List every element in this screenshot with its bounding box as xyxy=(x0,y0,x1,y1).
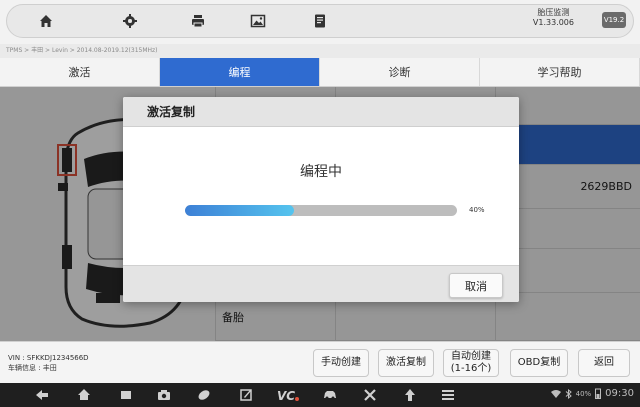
nav-browser-button[interactable] xyxy=(196,387,212,403)
svg-text:VC: VC xyxy=(277,389,295,403)
progress-bar xyxy=(185,205,457,216)
auto-create-range: (1-16个) xyxy=(450,363,492,374)
activate-copy-button[interactable]: 激活复制 xyxy=(378,349,434,377)
back-button[interactable]: 返回 xyxy=(578,349,630,377)
wrench-icon xyxy=(364,389,376,401)
browser-icon xyxy=(198,390,210,400)
camera-icon xyxy=(158,390,170,400)
menu-icon xyxy=(442,390,454,400)
cancel-button[interactable]: 取消 xyxy=(449,273,503,298)
action-bar: VIN : SFKKDJ1234566D 车辆信息 : 丰田 手动创建 激活复制… xyxy=(0,341,640,383)
nav-upload-button[interactable] xyxy=(402,387,418,403)
print-button[interactable] xyxy=(166,4,230,38)
tab-learn-help[interactable]: 学习帮助 xyxy=(480,58,640,86)
nav-vci-button[interactable]: VC xyxy=(276,387,300,403)
image-icon xyxy=(250,14,266,28)
tab-bar: 激活 编程 诊断 学习帮助 xyxy=(0,58,640,87)
auto-create-button[interactable]: 自动创建 (1-16个) xyxy=(443,349,499,377)
breadcrumb: TPMS > 丰田 > Levin > 2014.08-2019.12(315M… xyxy=(0,44,640,58)
top-toolbar: 胎压监测 V1.33.006 V19.2 xyxy=(0,0,640,44)
nav-edit-button[interactable] xyxy=(238,387,254,403)
report-button[interactable] xyxy=(288,4,352,38)
dialog-title: 激活复制 xyxy=(123,97,519,127)
dialog-footer: 取消 xyxy=(123,265,519,302)
tab-diagnose[interactable]: 诊断 xyxy=(320,58,480,86)
home-icon xyxy=(78,389,90,400)
print-icon xyxy=(192,15,204,28)
report-icon xyxy=(315,14,325,28)
wifi-icon xyxy=(550,389,561,398)
screenshot-button[interactable] xyxy=(226,4,290,38)
settings-icon xyxy=(123,14,137,28)
nav-camera-button[interactable] xyxy=(156,387,172,403)
dialog-message: 编程中 xyxy=(300,164,342,180)
car-icon xyxy=(324,391,336,400)
nav-home-button[interactable] xyxy=(76,387,92,403)
nav-back-button[interactable] xyxy=(34,387,50,403)
manual-create-button[interactable]: 手动创建 xyxy=(313,349,369,377)
battery-percent: 40% xyxy=(575,389,592,398)
tab-program[interactable]: 编程 xyxy=(160,58,320,86)
vehicle-make-text: 车辆信息 : 丰田 xyxy=(8,364,57,372)
nav-vehicle-button[interactable] xyxy=(322,387,338,403)
edit-icon xyxy=(240,389,252,401)
vci-icon: VC xyxy=(277,389,299,403)
bluetooth-icon xyxy=(565,388,572,399)
auto-create-label: 自动创建 xyxy=(451,351,491,362)
battery-icon xyxy=(595,388,602,399)
home-button[interactable] xyxy=(14,4,78,38)
system-nav-bar: VC 40% 09:30 xyxy=(0,383,640,407)
version-badge[interactable]: V19.2 xyxy=(602,12,626,28)
settings-button[interactable] xyxy=(98,4,162,38)
back-arrow-icon xyxy=(36,390,48,400)
app-name: 胎压监测 xyxy=(537,8,570,17)
nav-recents-button[interactable] xyxy=(118,387,134,403)
vehicle-info: VIN : SFKKDJ1234566D 车辆信息 : 丰田 xyxy=(8,353,89,373)
progress-bar-fill xyxy=(185,205,294,216)
activate-copy-dialog: 激活复制 编程中 40% 取消 xyxy=(123,97,519,302)
progress-percent: 40% xyxy=(469,206,485,214)
app-info: 胎压监测 V1.33.006 xyxy=(533,8,574,28)
nav-tools-button[interactable] xyxy=(362,387,378,403)
system-status: 40% 09:30 xyxy=(550,388,634,399)
home-icon xyxy=(40,15,52,27)
obd-copy-button[interactable]: OBD复制 xyxy=(510,349,568,377)
tab-activate[interactable]: 激活 xyxy=(0,58,160,86)
vin-text: VIN : SFKKDJ1234566D xyxy=(8,354,89,362)
recents-icon xyxy=(121,391,131,399)
nav-menu-button[interactable] xyxy=(440,387,456,403)
app-version: V1.33.006 xyxy=(532,18,574,27)
upload-icon xyxy=(405,389,415,401)
clock: 09:30 xyxy=(605,388,634,399)
